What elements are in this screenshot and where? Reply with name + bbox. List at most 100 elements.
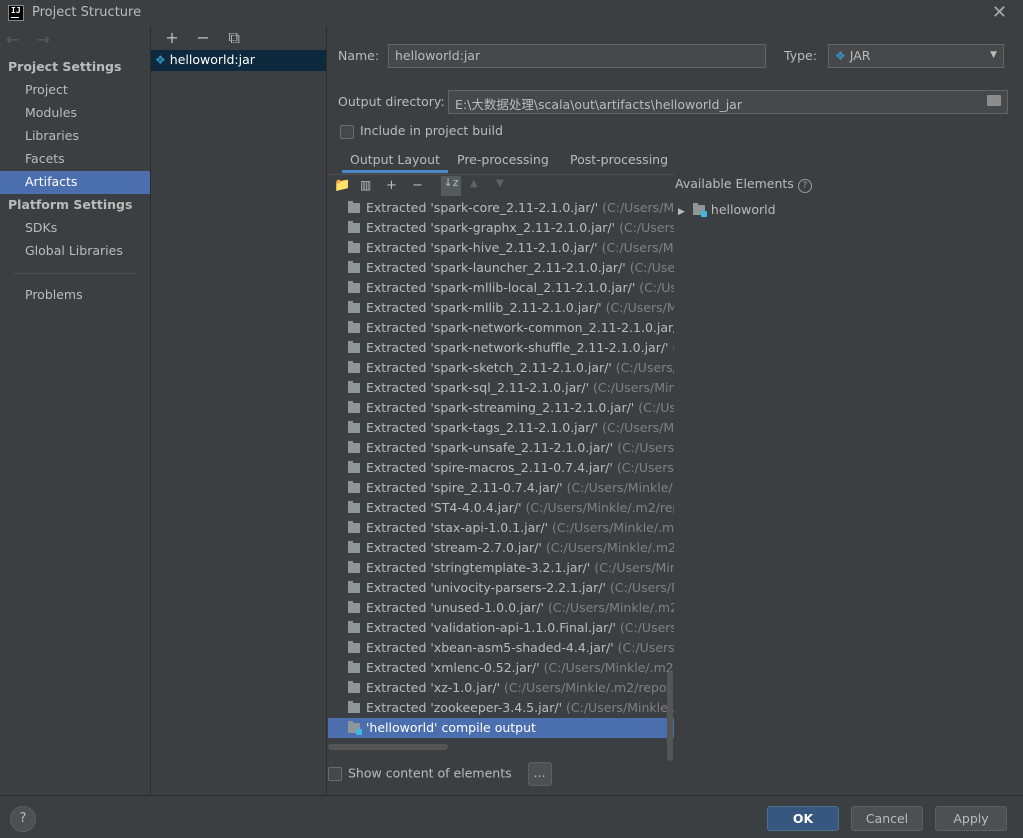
- add-element-icon[interactable]: +: [386, 178, 397, 193]
- output-layout-tree[interactable]: Extracted 'spark-core_2.11-2.1.0.jar/' (…: [328, 198, 674, 743]
- close-icon[interactable]: ✕: [992, 2, 1007, 23]
- tree-row[interactable]: Extracted 'xbean-asm5-shaded-4.4.jar/' (…: [328, 638, 674, 658]
- nav-item-facets[interactable]: Facets: [0, 148, 150, 171]
- tree-row[interactable]: Extracted 'spark-network-shuffle_2.11-2.…: [328, 338, 674, 358]
- nav-item-libraries[interactable]: Libraries: [0, 125, 150, 148]
- tree-row-compile-output[interactable]: 'helloworld' compile output: [328, 718, 674, 738]
- tree-row[interactable]: Extracted 'stringtemplate-3.2.1.jar/' (C…: [328, 558, 674, 578]
- tree-row-label: Extracted 'spark-network-common_2.11-2.1…: [366, 320, 674, 335]
- settings-nav: ← → Project Settings Project Modules Lib…: [0, 26, 151, 794]
- tree-row[interactable]: Extracted 'spark-tags_2.11-2.1.0.jar/' (…: [328, 418, 674, 438]
- nav-item-problems[interactable]: Problems: [0, 284, 150, 307]
- create-archive-icon[interactable]: ▥: [360, 178, 371, 192]
- extracted-folder-icon: [348, 461, 360, 473]
- tree-horizontal-scrollbar[interactable]: [328, 744, 448, 750]
- tree-row[interactable]: Extracted 'ST4-4.0.4.jar/' (C:/Users/Min…: [328, 498, 674, 518]
- tree-vertical-scrollbar[interactable]: [667, 671, 673, 761]
- add-artifact-icon[interactable]: +: [159, 28, 185, 47]
- copy-artifact-icon[interactable]: ⧉: [221, 28, 247, 48]
- tree-row[interactable]: Extracted 'stream-2.7.0.jar/' (C:/Users/…: [328, 538, 674, 558]
- extracted-folder-icon: [348, 621, 360, 633]
- extracted-folder-icon: [348, 441, 360, 453]
- tree-row[interactable]: Extracted 'spark-unsafe_2.11-2.1.0.jar/'…: [328, 438, 674, 458]
- tree-row[interactable]: Extracted 'spark-hive_2.11-2.1.0.jar/' (…: [328, 238, 674, 258]
- tree-row-path: (C:/Users/Minkle/.m2/repository: [638, 400, 674, 415]
- output-directory-label: Output directory:: [338, 94, 445, 109]
- tree-row[interactable]: Extracted 'xmlenc-0.52.jar/' (C:/Users/M…: [328, 658, 674, 678]
- tree-row[interactable]: Extracted 'spark-launcher_2.11-2.1.0.jar…: [328, 258, 674, 278]
- title-bar: IJ Project Structure ✕: [0, 0, 1023, 26]
- extracted-folder-icon: [348, 541, 360, 553]
- nav-item-modules[interactable]: Modules: [0, 102, 150, 125]
- tree-row-path: (C:/Users/Minkle/.m2/repository: [504, 680, 674, 695]
- intellij-logo-icon: IJ: [8, 5, 24, 21]
- tree-row-path: (C:/Users/Minkle/.m2/repository: [619, 220, 674, 235]
- show-content-row[interactable]: Show content of elements...: [328, 762, 552, 786]
- include-in-build-row[interactable]: Include in project build: [340, 123, 503, 139]
- nav-section-project-settings: Project Settings: [8, 59, 122, 74]
- move-up-icon[interactable]: ▲: [470, 178, 478, 189]
- tree-row[interactable]: Extracted 'spark-mllib_2.11-2.1.0.jar/' …: [328, 298, 674, 318]
- available-element-label: helloworld: [710, 202, 776, 217]
- tree-row-path: (C:/Users/Minkle/.m2/repository: [609, 580, 674, 595]
- tree-row[interactable]: Extracted 'spark-graphx_2.11-2.1.0.jar/'…: [328, 218, 674, 238]
- show-content-checkbox[interactable]: [328, 767, 342, 781]
- tree-row-path: (C:/Users/Minkle/.m2/repository: [547, 600, 674, 615]
- help-button[interactable]: ?: [10, 806, 36, 832]
- tree-row-path: (C:/Users/Minkle/.m2/repository: [601, 240, 674, 255]
- tree-row-label: Extracted 'validation-api-1.1.0.Final.ja…: [366, 620, 616, 635]
- name-input[interactable]: helloworld:jar: [388, 44, 766, 68]
- tree-row-label: Extracted 'spark-tags_2.11-2.1.0.jar/': [366, 420, 599, 435]
- tree-row[interactable]: Extracted 'spark-streaming_2.11-2.1.0.ja…: [328, 398, 674, 418]
- tree-row[interactable]: Extracted 'spark-mllib-local_2.11-2.1.0.…: [328, 278, 674, 298]
- tree-row[interactable]: Extracted 'spark-sketch_2.11-2.1.0.jar/'…: [328, 358, 674, 378]
- nav-item-sdks[interactable]: SDKs: [0, 217, 150, 240]
- remove-element-icon[interactable]: −: [412, 178, 423, 193]
- tree-row[interactable]: Extracted 'stax-api-1.0.1.jar/' (C:/User…: [328, 518, 674, 538]
- tree-row[interactable]: Extracted 'xz-1.0.jar/' (C:/Users/Minkle…: [328, 678, 674, 698]
- tree-row[interactable]: Extracted 'spark-network-common_2.11-2.1…: [328, 318, 674, 338]
- tree-row-label: Extracted 'spire-macros_2.11-0.7.4.jar/': [366, 460, 613, 475]
- nav-item-artifacts[interactable]: Artifacts: [0, 171, 150, 194]
- more-options-button[interactable]: ...: [527, 762, 552, 786]
- apply-button[interactable]: Apply: [935, 806, 1007, 831]
- tab-post-processing[interactable]: Post-processing: [570, 152, 668, 167]
- nav-item-global-libraries[interactable]: Global Libraries: [0, 240, 150, 263]
- tree-row[interactable]: Extracted 'spark-core_2.11-2.1.0.jar/' (…: [328, 198, 674, 218]
- module-folder-icon: [348, 721, 362, 735]
- tree-row[interactable]: Extracted 'unused-1.0.0.jar/' (C:/Users/…: [328, 598, 674, 618]
- tab-pre-processing[interactable]: Pre-processing: [457, 152, 549, 167]
- expand-arrow-icon[interactable]: ▶: [678, 207, 685, 217]
- extracted-folder-icon: [348, 561, 360, 573]
- nav-item-project[interactable]: Project: [0, 79, 150, 102]
- extracted-folder-icon: [348, 641, 360, 653]
- browse-folder-icon[interactable]: [987, 95, 1001, 106]
- output-directory-input[interactable]: E:\大数据处理\scala\out\artifacts\helloworld_…: [448, 90, 1008, 114]
- tree-row[interactable]: Extracted 'validation-api-1.1.0.Final.ja…: [328, 618, 674, 638]
- tree-row[interactable]: Extracted 'zookeeper-3.4.5.jar/' (C:/Use…: [328, 698, 674, 718]
- tree-row[interactable]: Extracted 'spire-macros_2.11-0.7.4.jar/'…: [328, 458, 674, 478]
- available-element-item[interactable]: ▶ helloworld: [678, 202, 776, 217]
- help-icon[interactable]: ?: [797, 179, 812, 193]
- tree-row-label: Extracted 'stringtemplate-3.2.1.jar/': [366, 560, 591, 575]
- move-down-icon[interactable]: ▼: [496, 178, 504, 189]
- forward-arrow-icon[interactable]: →: [37, 30, 50, 49]
- ok-button[interactable]: OK: [767, 806, 839, 831]
- back-arrow-icon[interactable]: ←: [6, 30, 19, 49]
- type-select[interactable]: ❖ JAR: [828, 44, 1004, 68]
- tree-row-label: Extracted 'spark-mllib_2.11-2.1.0.jar/': [366, 300, 602, 315]
- sort-elements-icon[interactable]: ↓z: [441, 176, 461, 196]
- tree-row-path: (C:/Users/Minkle/.m2/repository: [545, 540, 674, 555]
- artifact-item[interactable]: ❖ helloworld:jar: [151, 50, 326, 71]
- create-directory-icon[interactable]: 📁: [334, 178, 350, 193]
- extracted-folder-icon: [348, 321, 360, 333]
- remove-artifact-icon[interactable]: −: [190, 28, 216, 47]
- tree-row-label: Extracted 'spark-network-shuffle_2.11-2.…: [366, 340, 669, 355]
- cancel-button[interactable]: Cancel: [851, 806, 923, 831]
- tree-row[interactable]: Extracted 'spire_2.11-0.7.4.jar/' (C:/Us…: [328, 478, 674, 498]
- include-in-build-checkbox[interactable]: [340, 124, 354, 139]
- tab-output-layout[interactable]: Output Layout: [342, 152, 448, 173]
- tree-row[interactable]: Extracted 'univocity-parsers-2.2.1.jar/'…: [328, 578, 674, 598]
- artifacts-list-panel: + − ⧉ ❖ helloworld:jar: [151, 26, 327, 794]
- tree-row[interactable]: Extracted 'spark-sql_2.11-2.1.0.jar/' (C…: [328, 378, 674, 398]
